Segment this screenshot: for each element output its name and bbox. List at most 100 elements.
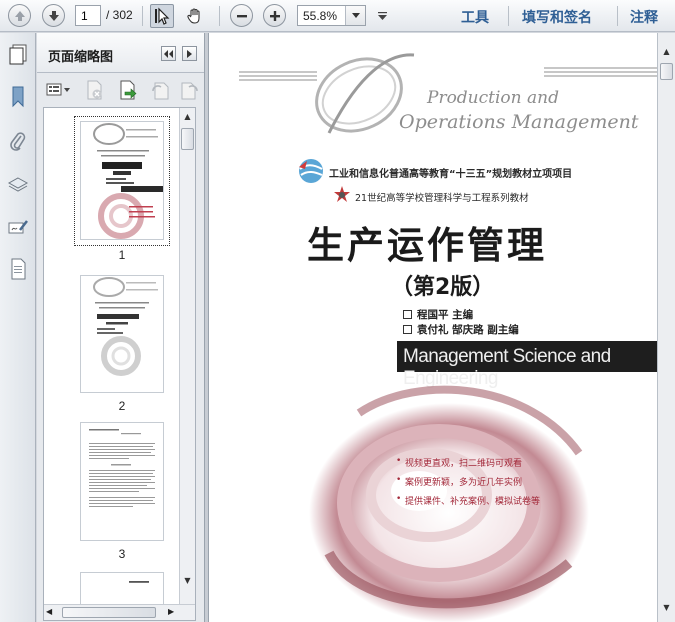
rotate-right-icon xyxy=(181,82,198,100)
layers-button[interactable] xyxy=(6,173,30,197)
options-menu-button[interactable] xyxy=(45,79,71,101)
panel-menu-button[interactable] xyxy=(182,46,197,61)
rotate-ccw-button[interactable] xyxy=(149,80,171,103)
pdf-page: Production and Operations Management 工业和… xyxy=(209,33,657,622)
rotate-cw-button[interactable] xyxy=(179,80,201,103)
navigation-icon-bar xyxy=(0,33,36,622)
publisher-logo-icon xyxy=(334,186,350,202)
thumbnail-toolbar xyxy=(37,74,204,106)
series-line: 21世纪高等学校管理科学与工程系列教材 xyxy=(355,193,529,204)
text-cursor-arrow-icon xyxy=(155,7,170,25)
chevron-right-icon xyxy=(187,49,192,58)
globe-logo-icon xyxy=(299,159,323,183)
zoom-select[interactable]: 55.8% xyxy=(297,5,366,26)
scroll-up-icon[interactable]: ▲ xyxy=(180,108,195,124)
author-sub: 袁付礼 郜庆路 副主编 xyxy=(417,324,519,336)
comment-link[interactable]: 注释 xyxy=(630,7,658,27)
delete-page-icon xyxy=(87,80,102,100)
hand-icon xyxy=(187,8,200,24)
plus-icon xyxy=(269,10,280,21)
delete-pages-button[interactable] xyxy=(84,80,106,103)
pages-icon xyxy=(9,44,27,65)
panel-title: 页面缩略图 xyxy=(48,50,114,65)
feature-bullet-1: 视频更直观，扫二维码可观看 xyxy=(405,459,523,469)
thumbnail-page-1[interactable] xyxy=(80,121,164,240)
project-line: 工业和信息化普通高等教育“十三五”规划教材立项项目 xyxy=(329,169,573,180)
bullet-marker: • xyxy=(396,494,402,504)
collapse-panel-button[interactable] xyxy=(161,46,176,61)
toolbar-divider xyxy=(219,6,220,26)
select-tool-button[interactable] xyxy=(150,4,174,28)
next-page-thumbnail-image xyxy=(129,581,149,583)
insert-page-icon xyxy=(120,80,137,100)
panel-header: 页面缩略图 xyxy=(37,33,204,73)
bullet-marker: • xyxy=(396,475,402,485)
feature-bullet-3: 提供课件、补充案例、模拟试卷等 xyxy=(405,497,541,507)
zoom-out-button[interactable] xyxy=(230,4,253,27)
paperclip-icon xyxy=(10,132,26,151)
thumbnail-horizontal-scrollbar[interactable]: ◀ ▶ xyxy=(44,604,195,620)
document-viewer[interactable]: Production and Operations Management 工业和… xyxy=(208,33,657,622)
chevron-down-icon xyxy=(345,6,365,25)
document-icon xyxy=(11,258,26,280)
horizontal-scroll-thumb[interactable] xyxy=(62,607,156,618)
toolbar-options-button[interactable] xyxy=(372,4,392,28)
fill-sign-link[interactable]: 填写和签名 xyxy=(522,7,592,27)
extract-pages-button[interactable] xyxy=(117,80,139,103)
signatures-button[interactable] xyxy=(6,215,30,239)
scroll-thumb[interactable] xyxy=(181,128,194,150)
content-button[interactable] xyxy=(6,257,30,281)
thumbnails-panel: 页面缩略图 1 2 3 ▲ ▼ ◀ ▶ xyxy=(37,33,204,622)
author-main: 程国平 主编 xyxy=(417,309,474,321)
thumbnail-page-3[interactable] xyxy=(80,422,164,541)
toolbar-divider xyxy=(617,6,618,26)
page-total: / 302 xyxy=(106,8,133,22)
next-page-button[interactable] xyxy=(42,4,65,27)
thumbnail-vertical-scrollbar[interactable]: ▲ ▼ xyxy=(179,108,195,604)
book-title: 生产运作管理 xyxy=(307,224,547,267)
main-toolbar: / 302 55.8% 工具 填写和签名 注释 xyxy=(0,0,675,32)
arrow-up-icon xyxy=(14,10,25,21)
text-page-thumbnail-image xyxy=(89,429,155,507)
thumbnail-label-1: 1 xyxy=(118,248,126,262)
arrow-down-icon xyxy=(48,10,59,21)
title-page-thumbnail-image xyxy=(93,277,158,376)
rotate-left-icon xyxy=(152,82,169,100)
feature-bullet-2: 案例更新颖，多为近几年实例 xyxy=(405,478,523,488)
scroll-left-icon[interactable]: ◀ xyxy=(46,607,52,616)
edition-label: （第2版） xyxy=(391,275,495,300)
thumbnail-label-2: 2 xyxy=(118,399,126,413)
bookmark-icon xyxy=(12,86,24,108)
scroll-down-icon[interactable]: ▼ xyxy=(658,599,675,615)
zoom-value: 55.8% xyxy=(303,9,338,23)
tools-link[interactable]: 工具 xyxy=(461,7,489,27)
thumbnail-label-3: 3 xyxy=(118,547,126,561)
bookmarks-button[interactable] xyxy=(6,85,30,109)
page-number-input[interactable] xyxy=(75,5,101,26)
thumbnail-list[interactable]: 1 2 3 ▲ ▼ ◀ ▶ xyxy=(43,107,196,621)
scroll-up-icon[interactable]: ▲ xyxy=(658,43,675,59)
script-title-line2: Operations Management xyxy=(399,111,639,133)
document-vertical-scrollbar[interactable]: ▲ ▼ xyxy=(657,33,675,622)
double-chevron-left-icon xyxy=(164,49,173,58)
scroll-thumb[interactable] xyxy=(660,63,673,80)
toolbar-divider xyxy=(508,6,509,26)
toolbar-divider xyxy=(142,6,143,26)
previous-page-button[interactable] xyxy=(8,4,31,27)
checkbox-icon xyxy=(403,325,412,334)
scroll-right-icon[interactable]: ▶ xyxy=(168,607,174,616)
series-banner: Management Science and Engineering xyxy=(397,341,657,389)
checkbox-icon xyxy=(403,310,412,319)
scroll-down-icon[interactable]: ▼ xyxy=(180,572,195,588)
bullet-marker: • xyxy=(396,456,402,466)
page-thumbnails-button[interactable] xyxy=(6,43,30,67)
attachments-button[interactable] xyxy=(6,129,30,153)
hand-tool-button[interactable] xyxy=(183,4,207,28)
signature-pen-icon xyxy=(8,220,28,234)
minus-icon xyxy=(236,14,247,17)
layers-icon xyxy=(7,177,29,192)
thumbnail-page-2[interactable] xyxy=(80,275,164,393)
options-list-icon xyxy=(46,83,70,96)
zoom-in-button[interactable] xyxy=(263,4,286,27)
overflow-chevron-icon xyxy=(377,12,387,20)
